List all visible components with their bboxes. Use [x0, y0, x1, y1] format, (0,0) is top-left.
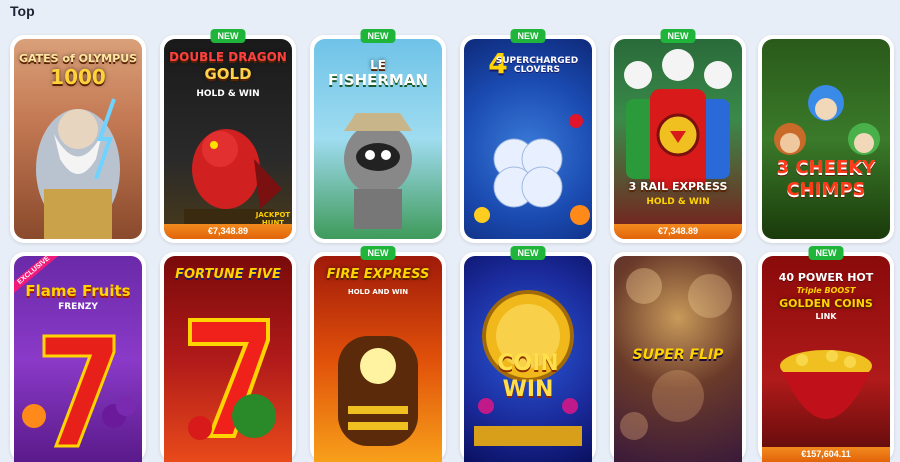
game-subtitle: HOLD & WIN — [196, 89, 260, 99]
game-artwork: FORTUNE FIVE — [164, 256, 292, 462]
game-subtitle: FRENZY — [58, 302, 98, 312]
game-title: FISHERMAN — [327, 71, 429, 89]
game-title-number: 1000 — [50, 65, 106, 89]
game-title: COIN — [497, 351, 559, 376]
game-title-chimps: CHIMPS — [786, 179, 866, 200]
game-title: FORTUNE FIVE — [175, 267, 281, 282]
game-artwork: LE FISHERMAN — [314, 39, 442, 239]
game-artwork: GATES of OLYMPUS 1000 — [14, 39, 142, 239]
game-title: Flame Fruits — [25, 282, 131, 300]
game-tile-flame-fruits-frenzy[interactable]: EXCLUSIVE Flame Fruits FRENZY — [10, 252, 146, 462]
game-artwork: COIN WIN — [464, 256, 592, 462]
game-artwork: 4 SUPERCHARGED CLOVERS — [464, 39, 592, 239]
section-title: Top — [10, 3, 35, 19]
jackpot-amount: €7,348.89 — [164, 224, 292, 239]
game-title: DOUBLE DRAGON — [169, 50, 287, 64]
game-subtitle: LINK — [815, 312, 837, 321]
game-subtitle: HOLD & WIN — [646, 197, 710, 207]
game-title-le: LE — [370, 58, 386, 72]
game-tile-3-cheeky-chimps[interactable]: 3 CHEEKY CHIMPS — [758, 35, 894, 243]
game-tile-supercharged-clovers[interactable]: NEW 4 SUPERCHARGED CLOVERS — [460, 29, 596, 243]
game-tile-super-flip[interactable]: SUPER FLIP — [610, 252, 746, 462]
game-tile-gates-of-olympus[interactable]: GATES of OLYMPUS 1000 — [10, 35, 146, 243]
new-badge: NEW — [660, 29, 696, 43]
game-artwork: 3 RAIL EXPRESS HOLD & WIN €7,348.89 — [614, 39, 742, 239]
game-tile-double-dragon-gold[interactable]: NEW DOUBLE DRAGON GOLD HOLD & WIN JACKPO… — [160, 29, 296, 243]
train-illustration — [624, 49, 732, 189]
game-artwork: FIRE EXPRESS HOLD AND WIN — [314, 256, 442, 462]
fire-train-illustration — [338, 336, 418, 446]
game-title: 3 RAIL EXPRESS — [628, 180, 728, 193]
game-title-win: WIN — [502, 377, 554, 402]
game-artwork: DOUBLE DRAGON GOLD HOLD & WIN JACKPOT HU… — [164, 39, 292, 239]
chimps-illustration — [774, 85, 880, 155]
game-artwork: SUPER FLIP — [614, 256, 742, 462]
new-badge: NEW — [210, 29, 246, 43]
game-title: FIRE EXPRESS — [326, 267, 430, 282]
jackpot-amount: €7,348.89 — [614, 224, 742, 239]
game-title: 40 POWER HOT — [778, 271, 874, 284]
game-tile-le-fisherman[interactable]: NEW LE FISHERMAN — [310, 29, 446, 243]
new-badge: NEW — [360, 29, 396, 43]
game-title-mid: Triple BOOST — [796, 286, 856, 295]
game-title: GATES of OLYMPUS — [18, 52, 138, 65]
new-badge: NEW — [360, 246, 396, 260]
game-subtitle: HOLD AND WIN — [347, 288, 409, 296]
game-artwork: EXCLUSIVE Flame Fruits FRENZY — [14, 256, 142, 462]
game-title: 3 CHEEKY — [776, 157, 876, 178]
new-badge: NEW — [510, 246, 546, 260]
new-badge: NEW — [808, 246, 844, 260]
game-title-gold: GOLD — [204, 65, 252, 83]
game-artwork: 3 CHEEKY CHIMPS — [762, 39, 890, 239]
jackpot-amount: €157,604.11 — [762, 447, 890, 462]
game-tile-fire-express[interactable]: NEW FIRE EXPRESS HOLD AND WIN — [310, 246, 446, 462]
game-tile-40-power-hot-golden-coins[interactable]: NEW 40 POWER HOT Triple BOOST GOLDEN COI… — [758, 246, 894, 462]
game-tile-3-rail-express[interactable]: NEW 3 RAIL EXPRESS HOLD & WIN €7,348.89 — [610, 29, 746, 243]
game-title: SUPERCHARGED CLOVERS — [495, 56, 579, 76]
game-title: SUPER FLIP — [632, 347, 724, 363]
game-title-golden-coins: GOLDEN COINS — [779, 297, 873, 310]
seven-watermelon-illustration — [188, 318, 276, 440]
game-tile-coin-win[interactable]: NEW COIN WIN — [460, 246, 596, 462]
game-tile-fortune-five[interactable]: FORTUNE FIVE — [160, 252, 296, 462]
new-badge: NEW — [510, 29, 546, 43]
game-artwork: 40 POWER HOT Triple BOOST GOLDEN COINS L… — [762, 256, 890, 462]
